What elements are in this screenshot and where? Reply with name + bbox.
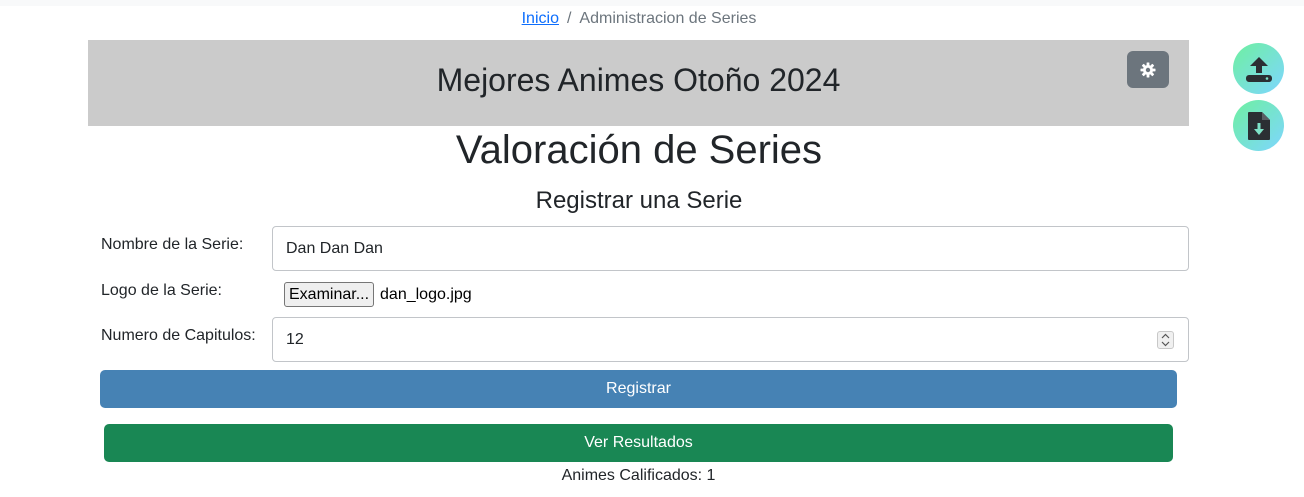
- breadcrumb-current: Administracion de Series: [579, 10, 757, 27]
- register-button[interactable]: Registrar: [100, 370, 1177, 408]
- page-subtitle: Registrar una Serie: [535, 187, 743, 214]
- breadcrumb-separator: /: [566, 10, 572, 27]
- chapters-input[interactable]: 12: [272, 317, 1189, 362]
- upload-icon: [1245, 56, 1272, 82]
- rated-count: Animes Calificados: 1: [561, 467, 716, 484]
- top-strip: [0, 0, 1304, 6]
- settings-button[interactable]: [1127, 51, 1169, 88]
- upload-button[interactable]: [1233, 43, 1284, 94]
- view-results-button[interactable]: Ver Resultados: [104, 424, 1173, 462]
- header-banner: Mejores Animes Otoño 2024: [88, 40, 1189, 126]
- series-logo-label: Logo de la Serie:: [101, 282, 222, 299]
- selected-file-name: dan_logo.jpg: [380, 285, 472, 303]
- chapters-label: Numero de Capitulos:: [101, 327, 256, 344]
- file-browse-button[interactable]: Examinar...: [284, 282, 375, 307]
- stepper-arrows-icon: [1161, 333, 1170, 347]
- series-name-label: Nombre de la Serie:: [101, 236, 244, 253]
- chapters-stepper[interactable]: [1157, 331, 1174, 349]
- series-name-input[interactable]: Dan Dan Dan: [272, 226, 1189, 271]
- banner-title: Mejores Animes Otoño 2024: [436, 62, 841, 98]
- breadcrumb-home-link[interactable]: Inicio: [522, 10, 559, 27]
- logo-file-input[interactable]: Examinar... dan_logo.jpg: [284, 282, 472, 307]
- gear-icon: [1140, 62, 1156, 77]
- breadcrumb: Inicio / Administracion de Series: [0, 10, 1278, 28]
- page-title: Valoración de Series: [455, 128, 823, 172]
